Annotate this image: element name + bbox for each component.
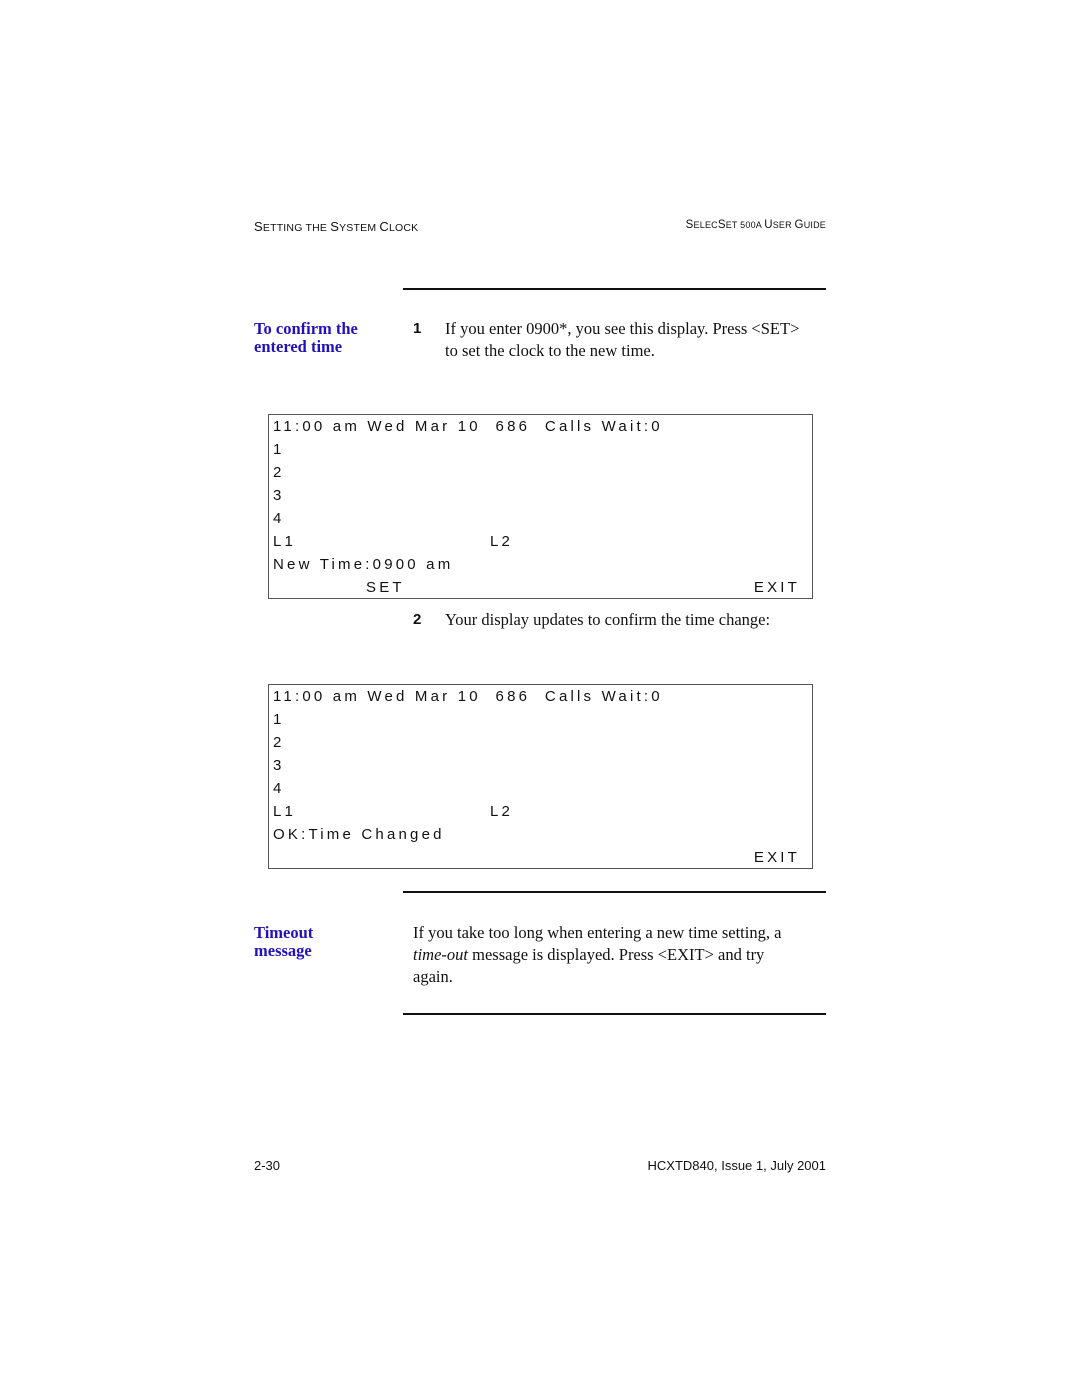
display-line-1: 1 xyxy=(273,711,285,728)
side-heading-confirm-time: To confirm the entered time xyxy=(254,320,358,356)
header-right-part: S xyxy=(717,219,726,231)
document-id: HCXTD840, Issue 1, July 2001 xyxy=(647,1158,826,1173)
softkey-set[interactable]: SET xyxy=(366,576,405,599)
display-prompt: OK:Time Changed xyxy=(273,826,445,843)
section-divider xyxy=(403,288,826,290)
header-right-part: G xyxy=(794,219,804,231)
display-line-4: 4 xyxy=(273,780,285,797)
header-right-part: SER xyxy=(772,220,795,230)
header-right-part: ELEC xyxy=(693,220,718,230)
paragraph-line: again. xyxy=(413,967,453,986)
side-heading-line: message xyxy=(254,941,312,960)
header-left-part: YSTEM xyxy=(339,222,380,234)
header-right-part: S xyxy=(685,219,694,231)
side-heading-line: entered time xyxy=(254,337,343,356)
header-right-part: U xyxy=(764,219,773,231)
display-line-l2: L2 xyxy=(490,533,514,550)
running-header-left: SETTING THE SYSTEM CLOCK xyxy=(254,219,418,234)
step-number: 2 xyxy=(413,611,422,628)
display-status-line: 11:00 am Wed Mar 10 686 Calls Wait:0 xyxy=(273,688,663,705)
softkey-exit[interactable]: EXIT xyxy=(754,846,800,869)
section-divider xyxy=(403,891,826,893)
header-left-part: S xyxy=(254,219,263,234)
emphasis-term: time-out xyxy=(413,945,468,964)
page-number: 2-30 xyxy=(254,1158,281,1173)
softkey-exit[interactable]: EXIT xyxy=(754,576,800,599)
step-1-text: If you enter 0900*, you see this display… xyxy=(445,318,799,362)
step-text-line: to set the clock to the new time. xyxy=(445,341,655,360)
header-left-part: C xyxy=(379,219,389,234)
paragraph-line: If you take too long when entering a new… xyxy=(413,923,782,942)
section-divider xyxy=(403,1013,826,1015)
header-right-part: UIDE xyxy=(803,220,826,230)
display-line-3: 3 xyxy=(273,487,285,504)
header-left-part: S xyxy=(330,219,340,234)
display-line-2: 2 xyxy=(273,734,285,751)
phone-display-time-changed: 11:00 am Wed Mar 10 686 Calls Wait:0 1 2… xyxy=(268,684,813,869)
header-left-part: ETTING THE xyxy=(262,222,331,234)
display-line-l1: L1 xyxy=(273,533,297,550)
display-status-line: 11:00 am Wed Mar 10 686 Calls Wait:0 xyxy=(273,418,663,435)
header-right-part: ET 500A xyxy=(725,220,765,230)
side-heading-line: Timeout xyxy=(254,923,314,942)
running-header-right: SELECSET 500A USER GUIDE xyxy=(686,219,826,231)
paragraph-text: message is displayed. Press <EXIT> and t… xyxy=(468,945,765,964)
paragraph-line: time-out message is displayed. Press <EX… xyxy=(413,944,781,966)
display-line-3: 3 xyxy=(273,757,285,774)
phone-display-new-time: 11:00 am Wed Mar 10 686 Calls Wait:0 1 2… xyxy=(268,414,813,599)
step-2-text: Your display updates to confirm the time… xyxy=(445,610,771,629)
display-line-l1: L1 xyxy=(273,803,297,820)
side-heading-timeout: Timeout message xyxy=(254,924,313,960)
header-left-part: LOCK xyxy=(388,222,419,234)
side-heading-line: To confirm the xyxy=(254,319,358,338)
display-line-1: 1 xyxy=(273,441,285,458)
display-line-4: 4 xyxy=(273,510,285,527)
display-line-2: 2 xyxy=(273,464,285,481)
step-number: 1 xyxy=(413,320,422,337)
display-prompt: New Time:0900 am xyxy=(273,556,454,573)
step-text-line: If you enter 0900*, you see this display… xyxy=(445,319,800,338)
display-line-l2: L2 xyxy=(490,803,514,820)
timeout-paragraph: If you take too long when entering a new… xyxy=(413,922,781,988)
